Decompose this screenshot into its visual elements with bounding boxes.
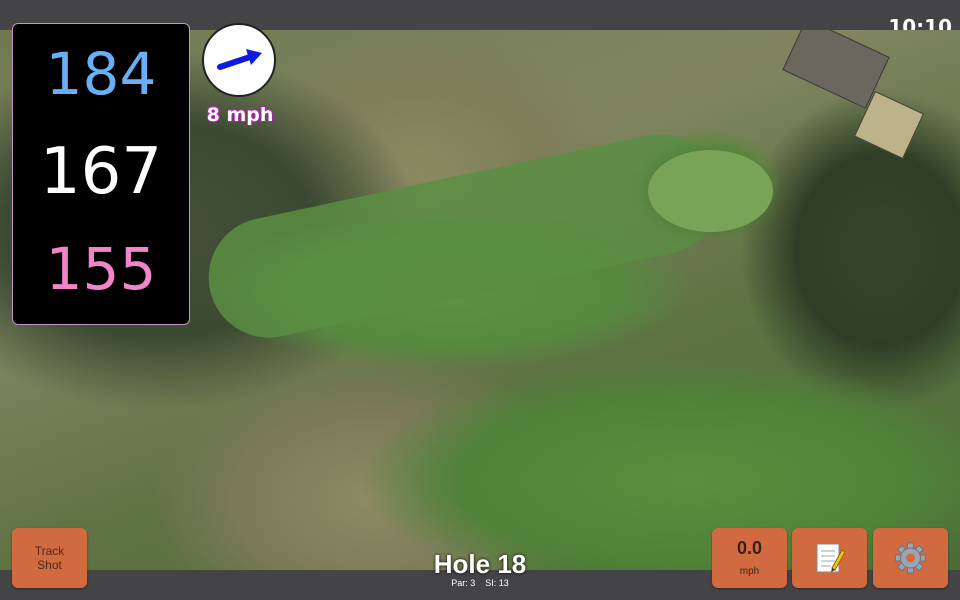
hole-meta: Par: 3 SI: 13 [380,578,580,588]
notes-button[interactable] [792,528,867,588]
par-label: Par: 3 [451,578,476,588]
wind-indicator [202,23,276,97]
track-shot-button[interactable]: Track Shot [12,528,87,588]
distance-panel: 184 167 155 [12,23,190,325]
si-label: SI: 13 [485,578,509,588]
gear-icon [895,542,926,574]
track-shot-label-line1: Track [34,544,65,558]
back-distance: 184 [45,40,157,108]
putting-green [648,150,773,232]
wind-speed: 8 mph [206,104,274,126]
arrow-right-icon [217,49,262,70]
fairway [197,123,732,349]
center-distance: 167 [39,135,163,209]
hole-title: Hole 18 [433,549,527,579]
speed-button[interactable]: 0.0 mph [712,528,787,588]
track-shot-label-line2: Shot [37,558,62,572]
speed-value: 0.0 [736,538,763,558]
front-distance: 155 [45,235,157,303]
speed-unit: mph [739,566,760,577]
notepad-icon [816,543,846,573]
settings-button[interactable] [873,528,948,588]
